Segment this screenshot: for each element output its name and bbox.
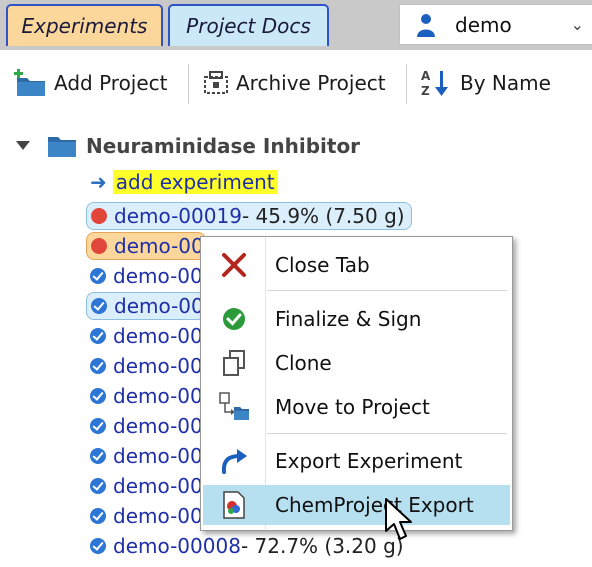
experiment-row[interactable]: demo-00 <box>86 472 203 500</box>
close-x-icon <box>209 251 259 279</box>
status-signed-icon <box>91 298 107 314</box>
experiment-name: demo-00 <box>113 384 203 408</box>
folder-icon <box>48 137 76 157</box>
experiment-name: demo-00 <box>113 264 203 288</box>
experiment-row[interactable]: demo-00 <box>86 352 203 380</box>
status-signed-icon <box>90 268 106 284</box>
experiment-row[interactable]: demo-00 <box>86 442 203 470</box>
experiment-name: demo-00 <box>113 474 203 498</box>
menu-item-label: Clone <box>275 351 332 375</box>
menu-item-export-experiment[interactable]: Export Experiment <box>203 441 510 481</box>
user-select-value: demo <box>455 12 512 37</box>
menu-item-clone[interactable]: Clone <box>203 343 510 383</box>
context-menu: Close Tab Finalize & Sign Clone Move to … <box>200 236 513 531</box>
experiment-row[interactable]: demo-00019 - 45.9% (7.50 g) <box>86 202 412 230</box>
status-signed-icon <box>90 328 106 344</box>
sort-by-name-button[interactable]: A Z By Name <box>420 65 551 101</box>
sort-by-name-label: By Name <box>460 71 551 95</box>
status-signed-icon <box>90 358 106 374</box>
clone-icon <box>209 349 259 377</box>
experiment-yield: - 72.7% (3.20 g) <box>240 534 404 558</box>
add-experiment-link[interactable]: ➜ add experiment <box>90 168 278 196</box>
experiment-row[interactable]: demo-00 <box>86 502 203 530</box>
project-name: Neuraminidase Inhibitor <box>86 134 361 158</box>
menu-item-finalize-sign[interactable]: Finalize & Sign <box>203 299 510 339</box>
add-folder-icon <box>14 69 45 96</box>
tab-bar: Experiments Project Docs demo ⌄ <box>0 0 592 50</box>
add-experiment-label: add experiment <box>112 170 278 194</box>
experiment-name: demo-00 <box>113 444 203 468</box>
experiment-row[interactable]: demo-00 <box>86 292 206 320</box>
toolbar-divider <box>406 64 407 104</box>
tab-experiments[interactable]: Experiments <box>6 4 163 46</box>
status-signed-icon <box>90 478 106 494</box>
tab-project-docs-label: Project Docs <box>186 14 311 38</box>
menu-separator <box>267 290 507 291</box>
toolbar-divider <box>188 64 189 104</box>
status-signed-icon <box>90 538 106 554</box>
experiment-name: demo-00 <box>113 354 203 378</box>
status-signed-icon <box>90 448 106 464</box>
experiment-row[interactable]: demo-00 <box>86 232 206 260</box>
menu-item-label: ChemProject Export <box>275 493 474 517</box>
add-project-label: Add Project <box>54 71 168 95</box>
archive-box-icon <box>204 71 228 94</box>
sort-az-icon: A Z <box>421 69 448 98</box>
experiment-row[interactable]: demo-00 <box>86 412 203 440</box>
experiment-yield: - 45.9% (7.50 g) <box>241 204 405 228</box>
archive-project-button[interactable]: Archive Project <box>202 65 386 101</box>
experiment-name: demo-00 <box>113 414 203 438</box>
experiment-name: demo-00 <box>114 294 204 318</box>
status-signed-icon <box>90 418 106 434</box>
svg-text:Z: Z <box>421 84 430 98</box>
move-to-project-icon <box>209 392 259 422</box>
add-project-button[interactable]: Add Project <box>14 65 168 101</box>
svg-text:A: A <box>421 69 431 83</box>
experiment-name: demo-00 <box>113 504 203 528</box>
experiment-name: demo-00 <box>114 234 204 258</box>
archive-project-label: Archive Project <box>236 71 386 95</box>
export-arrow-icon <box>209 448 259 474</box>
arrow-right-icon: ➜ <box>90 170 107 194</box>
toolbar: Add Project Archive Project A Z By Name <box>0 50 592 116</box>
status-open-icon <box>91 208 107 224</box>
mouse-pointer-icon <box>385 498 412 540</box>
user-icon <box>417 13 435 37</box>
experiment-row[interactable]: demo-00 <box>86 382 203 410</box>
caret-down-icon[interactable] <box>16 141 30 151</box>
tab-project-docs[interactable]: Project Docs <box>168 4 329 46</box>
chemproject-icon <box>209 491 259 519</box>
menu-item-label: Move to Project <box>275 395 430 419</box>
experiment-name: demo-00 <box>113 324 203 348</box>
status-signed-icon <box>90 388 106 404</box>
menu-item-chemproject-export[interactable]: ChemProject Export <box>203 485 510 525</box>
menu-item-label: Finalize & Sign <box>275 307 422 331</box>
menu-item-label: Close Tab <box>275 253 370 277</box>
tab-experiments-label: Experiments <box>21 14 148 38</box>
menu-item-close-tab[interactable]: Close Tab <box>203 245 510 285</box>
experiment-name: demo-00008 <box>113 534 241 558</box>
chevron-down-icon: ⌄ <box>570 15 584 34</box>
green-check-icon <box>209 307 259 331</box>
menu-item-move-to-project[interactable]: Move to Project <box>203 387 510 427</box>
experiment-name: demo-00019 <box>114 204 242 228</box>
menu-item-label: Export Experiment <box>275 449 463 473</box>
experiment-row[interactable]: demo-00 <box>86 262 203 290</box>
experiment-row[interactable]: demo-00008 - 72.7% (3.20 g) <box>86 532 404 560</box>
status-open-icon <box>91 238 107 254</box>
menu-separator <box>267 433 507 434</box>
user-select-dropdown[interactable]: demo ⌄ <box>399 4 592 45</box>
experiment-row[interactable]: demo-00 <box>86 322 203 350</box>
status-signed-icon <box>90 508 106 524</box>
project-node[interactable]: Neuraminidase Inhibitor <box>16 132 360 160</box>
